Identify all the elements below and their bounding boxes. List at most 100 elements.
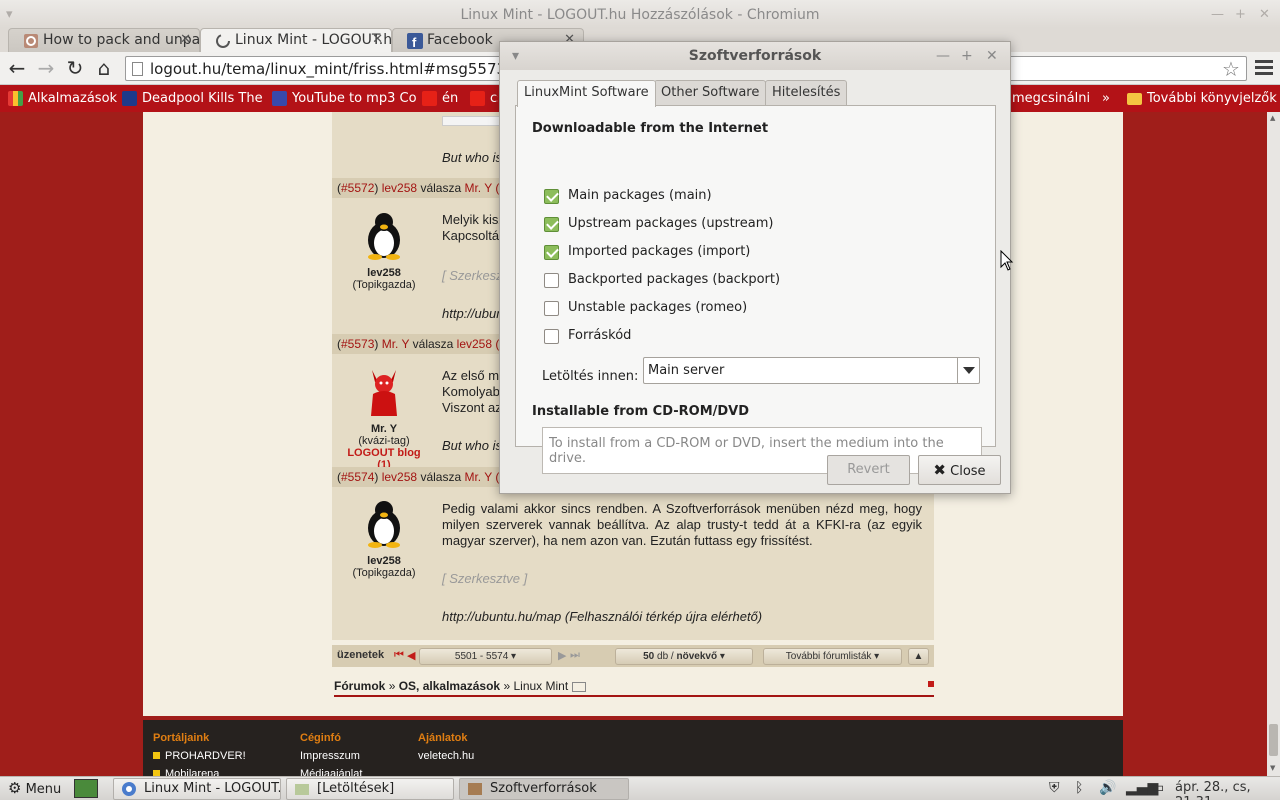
footer-link[interactable]: PROHARDVER! [153, 750, 246, 762]
tab-how-to-pack[interactable]: How to pack and unpac ✕ [8, 28, 200, 52]
battery-icon[interactable]: ▭ [1151, 780, 1164, 796]
tab-linuxmint-software[interactable]: LinuxMint Software [517, 80, 656, 107]
scrollbar-thumb[interactable] [1269, 724, 1278, 756]
tab-authentication[interactable]: Hitelesítés [765, 80, 848, 106]
forward-icon[interactable]: → [34, 57, 58, 81]
window-menu-icon[interactable]: ▾ [512, 42, 519, 70]
shield-icon[interactable]: ⛨ [1049, 780, 1060, 796]
post-signature[interactable]: http://ubuntu.hu/map (Felhasználói térké… [442, 609, 922, 625]
bookmark-en[interactable]: én [422, 89, 458, 109]
bookmark-youtube-mp3[interactable]: YouTube to mp3 Co [272, 89, 417, 109]
footer-link[interactable]: Médiaajánlat [300, 768, 362, 776]
page-scrollbar[interactable]: ▲ ▼ [1267, 112, 1280, 776]
reply-to-link[interactable]: lev258 [457, 337, 492, 351]
maximize-icon[interactable]: + [961, 42, 973, 70]
dialog-titlebar[interactable]: ▾ Szoftverforrások — + ✕ [500, 42, 1010, 70]
next-page-icon[interactable]: ▶ [558, 649, 566, 662]
post-number-link[interactable]: #5573 [341, 337, 374, 351]
post-author-link[interactable]: Mr. Y [382, 337, 410, 351]
crumb-linux-mint[interactable]: Linux Mint [513, 679, 568, 693]
crumb-os-apps[interactable]: OS, alkalmazások [399, 679, 500, 693]
minimize-icon[interactable]: — [1211, 0, 1224, 30]
scroll-down-icon[interactable]: ▼ [1270, 764, 1275, 772]
close-icon[interactable]: ✕ [986, 42, 998, 70]
tux-avatar[interactable] [363, 210, 405, 260]
reply-to-link[interactable]: Mr. Y [464, 470, 492, 484]
bookmark-star-icon[interactable]: ☆ [1222, 57, 1240, 81]
more-forum-lists-select[interactable]: További fórumlisták ▾ [763, 648, 902, 665]
reply-to-link[interactable]: Mr. Y [464, 181, 492, 195]
post-number-link[interactable]: #5574 [341, 470, 374, 484]
close-button[interactable]: ✖ Close [918, 455, 1001, 485]
check-upstream[interactable]: Upstream packages (upstream) [544, 215, 773, 235]
bookmark-cs[interactable]: cs [470, 89, 498, 109]
post-author-link[interactable]: lev258 [382, 181, 417, 195]
check-source-code[interactable]: Forráskód [544, 327, 631, 347]
volume-icon[interactable]: 🔊 [1099, 780, 1116, 796]
clock[interactable]: ápr. 28., cs, 21.31 [1175, 780, 1280, 800]
post-number-link[interactable]: #5572 [341, 181, 374, 195]
maximize-icon[interactable]: + [1235, 0, 1246, 30]
download-from-label: Letöltés innen: [542, 369, 639, 384]
footer-link[interactable]: Mobilarena [153, 768, 246, 776]
bookmarks-overflow-chevron[interactable]: » [1102, 89, 1110, 109]
tux-avatar[interactable] [363, 498, 405, 548]
close-tab-icon[interactable]: ✕ [180, 32, 191, 47]
start-menu[interactable]: ⚙ Menu [8, 779, 61, 797]
window-menu-icon[interactable]: ▾ [6, 0, 13, 30]
check-backport[interactable]: Backported packages (backport) [544, 271, 780, 291]
checkbox[interactable] [544, 301, 559, 316]
first-page-icon[interactable]: ⏮ [394, 649, 404, 662]
download-server-select[interactable]: Main server [643, 357, 980, 384]
checkbox[interactable] [544, 329, 559, 344]
footer-col-portals: Portáljaink PROHARDVER! Mobilarena [153, 732, 246, 776]
chevron-down-icon[interactable] [957, 358, 979, 383]
footer-link[interactable]: Impresszum [300, 750, 362, 762]
scroll-top-button[interactable]: ▲ [908, 648, 929, 665]
author-name[interactable]: lev258 [340, 267, 428, 279]
gear-icon: ⚙ [8, 779, 22, 797]
checkbox[interactable] [544, 273, 559, 288]
footer-link[interactable]: veletech.hu [418, 750, 474, 762]
bookmark-deadpool[interactable]: Deadpool Kills The [122, 89, 263, 109]
revert-button[interactable]: Revert [827, 455, 910, 485]
back-icon[interactable]: ← [5, 57, 29, 81]
page-range-select[interactable]: 5501 - 5574 ▾ [419, 648, 552, 665]
devil-avatar[interactable] [363, 366, 405, 416]
prev-page-icon[interactable]: ◀ [407, 649, 415, 662]
reload-icon[interactable]: ↻ [63, 57, 87, 81]
home-icon[interactable]: ⌂ [92, 57, 116, 81]
footer-col-offers: Ajánlatok veletech.hu [418, 732, 475, 762]
minimize-icon[interactable]: — [936, 42, 950, 70]
per-page-select[interactable]: 50 db / növekvő ▾ [615, 648, 753, 665]
author-card: lev258 (Topikgazda) [340, 498, 428, 579]
check-main[interactable]: Main packages (main) [544, 187, 712, 207]
show-desktop-icon[interactable] [74, 779, 98, 798]
bluetooth-icon[interactable]: ᛒ [1075, 780, 1083, 796]
edited-note[interactable]: [ Szerkesztve ] [442, 571, 922, 587]
check-romeo[interactable]: Unstable packages (romeo) [544, 299, 747, 319]
post-author-link[interactable]: lev258 [382, 470, 417, 484]
tab-linux-mint[interactable]: Linux Mint - LOGOUT.h ✕ [200, 28, 392, 52]
task-software-sources[interactable]: Szoftverforrások [459, 778, 629, 800]
crumb-forums[interactable]: Fórumok [334, 679, 385, 693]
bookmark-megcsinalni[interactable]: megcsinálni [1012, 89, 1090, 109]
last-page-icon[interactable]: ⏭ [570, 649, 580, 662]
checkbox[interactable] [544, 217, 559, 232]
mail-icon[interactable] [571, 681, 586, 692]
close-tab-icon[interactable]: ✕ [372, 32, 383, 47]
bookmark-apps[interactable]: Alkalmazások [8, 89, 117, 109]
checkbox[interactable] [544, 245, 559, 260]
author-name[interactable]: lev258 [340, 555, 428, 567]
bookmark-other-bookmarks[interactable]: További könyvjelzők [1127, 89, 1277, 109]
checkbox[interactable] [544, 189, 559, 204]
scroll-up-icon[interactable]: ▲ [1270, 114, 1275, 122]
pager-label: üzenetek [337, 649, 385, 661]
check-import[interactable]: Imported packages (import) [544, 243, 750, 263]
close-icon[interactable]: ✕ [1259, 0, 1270, 30]
task-chromium[interactable]: Linux Mint - LOGOUT... [113, 778, 281, 800]
tab-other-software[interactable]: Other Software [654, 80, 767, 106]
author-name[interactable]: Mr. Y [340, 423, 428, 435]
task-downloads[interactable]: [Letöltések] [286, 778, 454, 800]
chrome-menu-icon[interactable] [1255, 60, 1273, 76]
